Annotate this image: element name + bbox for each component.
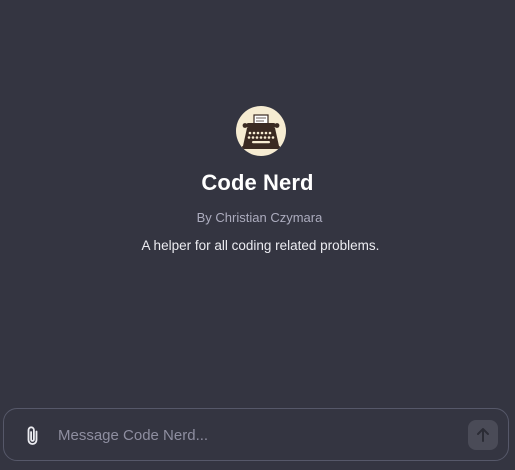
paperclip-icon — [27, 426, 38, 445]
message-composer — [3, 408, 509, 461]
arrow-up-icon — [477, 428, 489, 442]
gpt-name: Code Nerd — [201, 170, 314, 195]
send-button[interactable] — [468, 420, 498, 450]
attach-file-button[interactable] — [23, 425, 43, 447]
gpt-author: By Christian Czymara — [196, 210, 323, 225]
gpt-description: A helper for all coding related problems… — [141, 238, 380, 253]
gpt-avatar — [236, 106, 286, 156]
typewriter-icon — [242, 114, 280, 149]
message-input[interactable] — [58, 423, 438, 447]
gpt-chat-page: Code Nerd By Christian Czymara A helper … — [0, 0, 515, 470]
